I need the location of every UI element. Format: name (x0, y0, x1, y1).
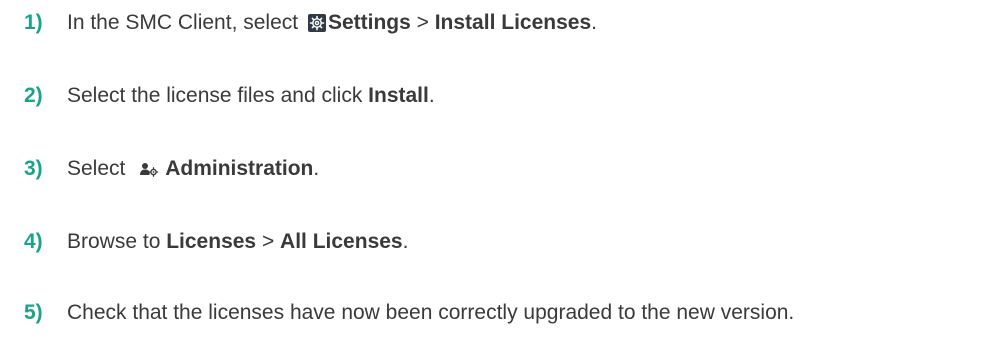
period: . (428, 84, 435, 107)
separator: > (256, 230, 281, 253)
all-licenses-label: All Licenses (280, 230, 403, 253)
period: . (591, 11, 597, 34)
period: . (313, 157, 320, 180)
step-text: Check that the licenses have now been co… (67, 298, 794, 328)
step-5: 5) Check that the licenses have now been… (0, 298, 989, 328)
step-number: 4) (24, 230, 43, 253)
step-number: 3) (24, 157, 43, 180)
step-1: 1) In the SMC Client, select Settings > … (0, 8, 989, 38)
step-4: 4) Browse to Licenses > All Licenses . (0, 227, 989, 257)
step-text: Select the license files and click Insta… (67, 81, 435, 111)
install-label: Install (368, 84, 429, 107)
step-text-part: In the SMC Client, select (67, 11, 304, 34)
install-licenses-label: Install Licenses (434, 11, 592, 34)
step-number: 2) (24, 84, 43, 107)
step-2: 2) Select the license files and click In… (0, 81, 989, 111)
step-text-part: Check that the licenses have now been co… (67, 301, 795, 324)
step-number: 5) (24, 301, 43, 324)
step-3: 3) Select Administration . (0, 154, 989, 184)
step-text-part: Select the license files and click (67, 84, 369, 107)
licenses-label: Licenses (166, 230, 257, 253)
period: . (402, 230, 409, 253)
step-text: Browse to Licenses > All Licenses . (67, 227, 408, 257)
administration-label: Administration (165, 157, 314, 180)
step-number: 1) (24, 11, 43, 34)
settings-gear-icon (307, 14, 326, 32)
step-text-part: Select (67, 157, 132, 180)
separator: > (410, 11, 435, 34)
step-text-part: Browse to (67, 230, 167, 253)
step-text: Select Administration . (67, 154, 319, 184)
settings-label: Settings (327, 11, 411, 34)
administration-icon (139, 160, 159, 178)
procedure-steps: 1) In the SMC Client, select Settings > … (0, 0, 989, 341)
step-text: In the SMC Client, select Settings > Ins… (67, 8, 597, 38)
